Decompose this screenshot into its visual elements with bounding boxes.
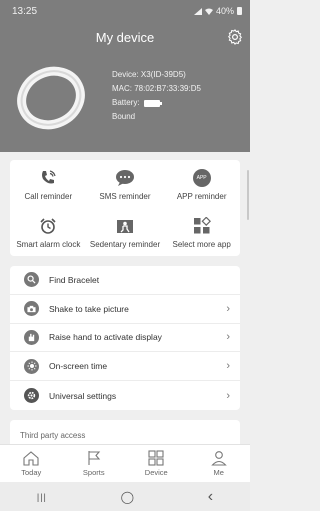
status-bar: 13:25 40% (0, 0, 250, 22)
device-name: Device: X3(ID-39D5) (112, 70, 186, 79)
battery-icon (143, 99, 162, 107)
device-state: Bound (112, 112, 136, 121)
tab-today[interactable]: Today (0, 445, 63, 482)
person-icon (210, 451, 227, 466)
back-button[interactable]: ‹ (208, 488, 213, 506)
home-icon (23, 451, 39, 466)
sedentary-icon (116, 219, 133, 233)
system-nav-bar: ||| ◯ ‹ (0, 482, 250, 511)
device-grid-icon (148, 450, 164, 466)
setting-shake-to-take-picture[interactable]: Shake to take picture › (10, 295, 240, 324)
camera-icon (24, 301, 39, 317)
home-button[interactable]: ◯ (121, 490, 134, 504)
tab-me[interactable]: Me (188, 445, 251, 482)
status-battery-icon (237, 7, 242, 15)
search-icon (24, 272, 39, 288)
scrollbar[interactable] (247, 170, 249, 220)
chevron-right-icon: › (226, 302, 230, 315)
settings-icon (24, 388, 39, 404)
alarm-clock-icon (40, 217, 56, 234)
third-party-access-card[interactable]: Third party access (10, 420, 240, 444)
recents-button[interactable]: ||| (37, 492, 47, 502)
wifi-icon (204, 8, 213, 15)
setting-label: Find Bracelet (49, 274, 100, 285)
chevron-right-icon: › (226, 389, 230, 402)
setting-label: Raise hand to activate display (49, 332, 162, 343)
feature-sms-reminder[interactable]: SMS reminder (87, 160, 164, 208)
device-battery: Battery: (112, 96, 201, 110)
feature-sedentary-reminder[interactable]: Sedentary reminder (87, 208, 164, 256)
device-header: 13:25 40% My device Device: X3(ID-39D5) … (0, 0, 250, 152)
tab-label: Device (144, 468, 168, 477)
reminder-grid-card: Call reminder SMS reminder APP APP remin… (10, 160, 240, 256)
gear-icon[interactable] (226, 28, 244, 46)
app-badge-icon: APP (192, 168, 211, 187)
feature-select-more-app[interactable]: Select more app (163, 208, 240, 256)
feature-call-reminder[interactable]: Call reminder (10, 160, 87, 208)
feature-label: Smart alarm clock (16, 239, 81, 249)
bottom-tab-bar: Today Sports Device Me (0, 444, 250, 482)
device-mac: MAC: 78:02:B7:33:39:D5 (112, 84, 201, 93)
device-info: Device: X3(ID-39D5) MAC: 78:02:B7:33:39:… (112, 68, 201, 124)
feature-label: Select more app (172, 239, 231, 249)
flag-icon (88, 451, 100, 465)
page-title: My device (95, 29, 155, 45)
chevron-right-icon: › (226, 331, 230, 344)
status-indicators: 40% (193, 6, 242, 16)
tab-sports[interactable]: Sports (63, 445, 126, 482)
setting-find-bracelet[interactable]: Find Bracelet (10, 266, 240, 295)
bracelet-image (17, 66, 85, 130)
signal-icon (193, 7, 202, 15)
third-party-label: Third party access (20, 431, 86, 440)
chevron-right-icon: › (226, 360, 230, 373)
setting-label: On-screen time (49, 361, 108, 372)
tab-device[interactable]: Device (125, 445, 188, 482)
feature-app-reminder[interactable]: APP APP reminder (163, 160, 240, 208)
settings-list: Find Bracelet Shake to take picture › Ra… (10, 266, 240, 410)
tab-label: Sports (82, 468, 105, 477)
raise-hand-icon (24, 329, 39, 345)
setting-raise-hand[interactable]: Raise hand to activate display › (10, 324, 240, 353)
phone-ringing-icon (42, 169, 56, 183)
feature-label: Call reminder (24, 191, 73, 201)
feature-label: Sedentary reminder (89, 239, 161, 249)
feature-smart-alarm-clock[interactable]: Smart alarm clock (10, 208, 87, 256)
status-battery-percent: 40% (215, 6, 234, 16)
setting-label: Universal settings (49, 390, 117, 401)
feature-label: SMS reminder (99, 191, 151, 201)
status-time: 13:25 (12, 5, 38, 17)
setting-label: Shake to take picture (49, 303, 129, 314)
battery-label: Battery: (112, 98, 140, 107)
tab-label: Today (21, 468, 42, 477)
feature-label: APP reminder (176, 191, 227, 201)
setting-universal-settings[interactable]: Universal settings › (10, 381, 240, 410)
setting-on-screen-time[interactable]: On-screen time › (10, 352, 240, 382)
sms-bubble-icon (115, 169, 134, 186)
tab-label: Me (213, 468, 224, 477)
sun-icon (24, 358, 39, 374)
grid-plus-icon (193, 216, 211, 233)
